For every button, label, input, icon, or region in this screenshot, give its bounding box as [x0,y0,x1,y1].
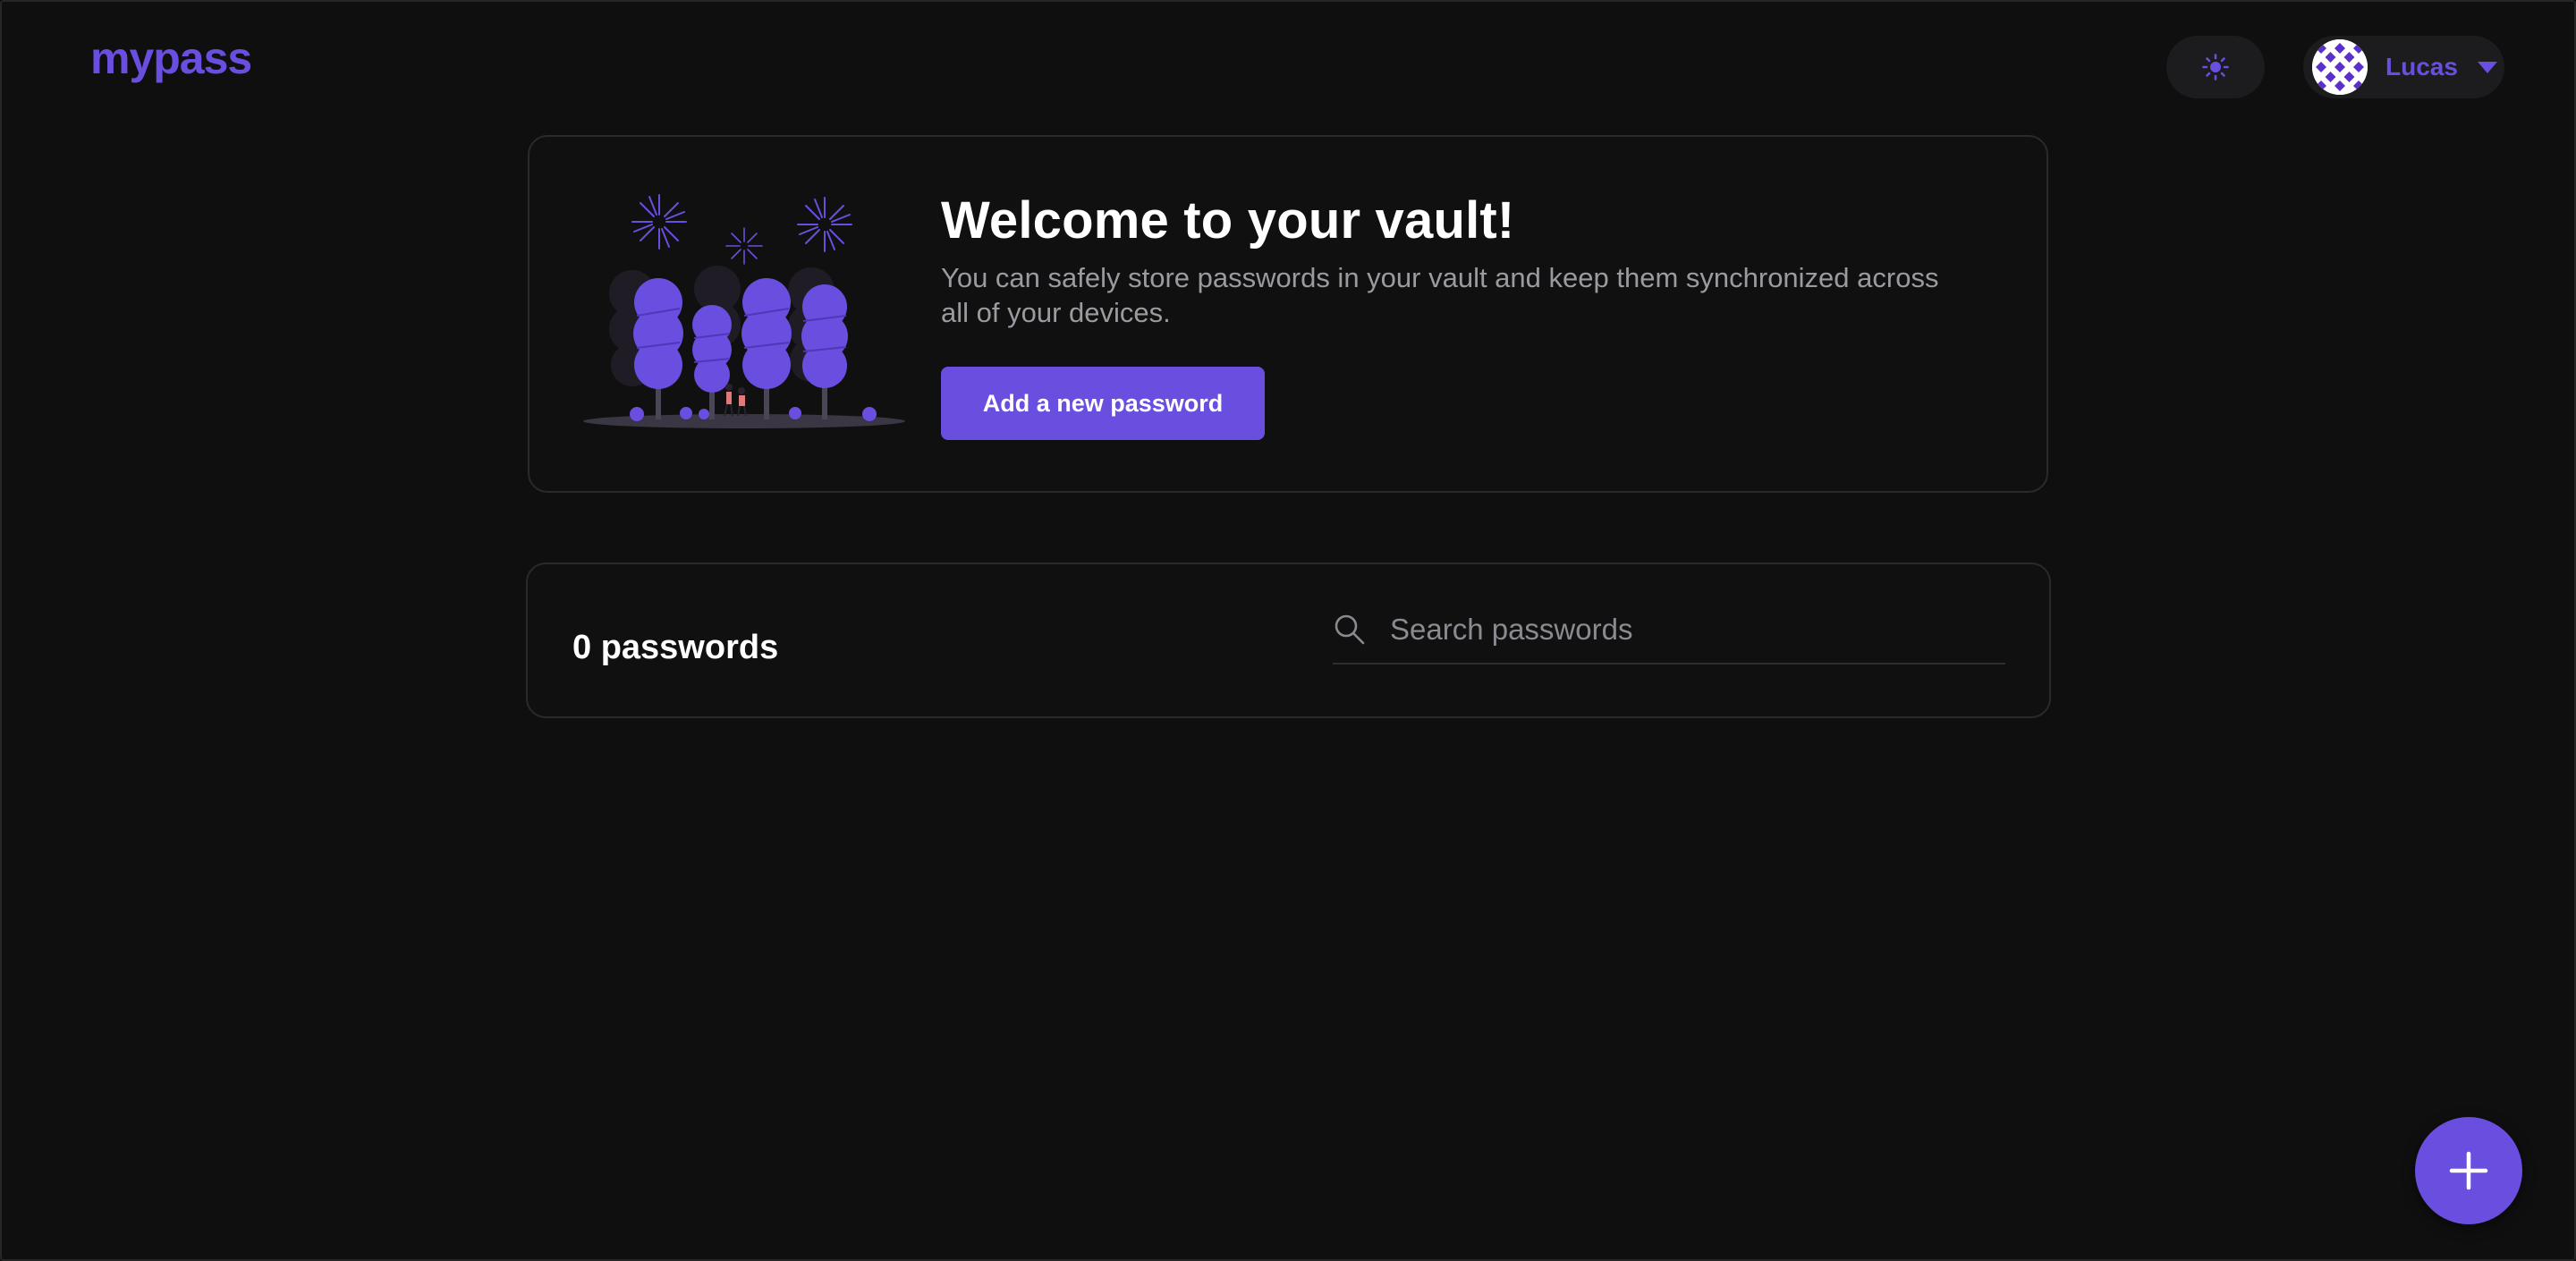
theme-toggle-button[interactable] [2166,36,2265,98]
user-name: Lucas [2385,53,2458,80]
add-password-button[interactable]: Add a new password [941,367,1265,440]
search-icon [1335,614,1365,645]
user-menu-button[interactable]: Lucas [2303,36,2504,98]
passwords-card: 0 passwords [526,563,2051,718]
welcome-description: You can safely store passwords in your v… [941,262,1939,328]
password-count: 0 passwords [572,629,779,666]
logo[interactable]: mypass [90,32,252,84]
avatar [2312,39,2368,95]
caret-down-icon [2477,61,2497,73]
search-input[interactable] [1388,605,2000,654]
forest-fireworks-illustration [583,190,914,441]
search-field[interactable] [1333,600,2005,664]
welcome-title: Welcome to your vault! [941,191,1515,250]
sun-icon [2202,54,2229,80]
add-fab-button[interactable] [2415,1117,2522,1224]
welcome-card: Welcome to your vault! You can safely st… [528,135,2048,493]
plus-icon [2449,1151,2488,1190]
fireworks-icon [631,194,852,265]
